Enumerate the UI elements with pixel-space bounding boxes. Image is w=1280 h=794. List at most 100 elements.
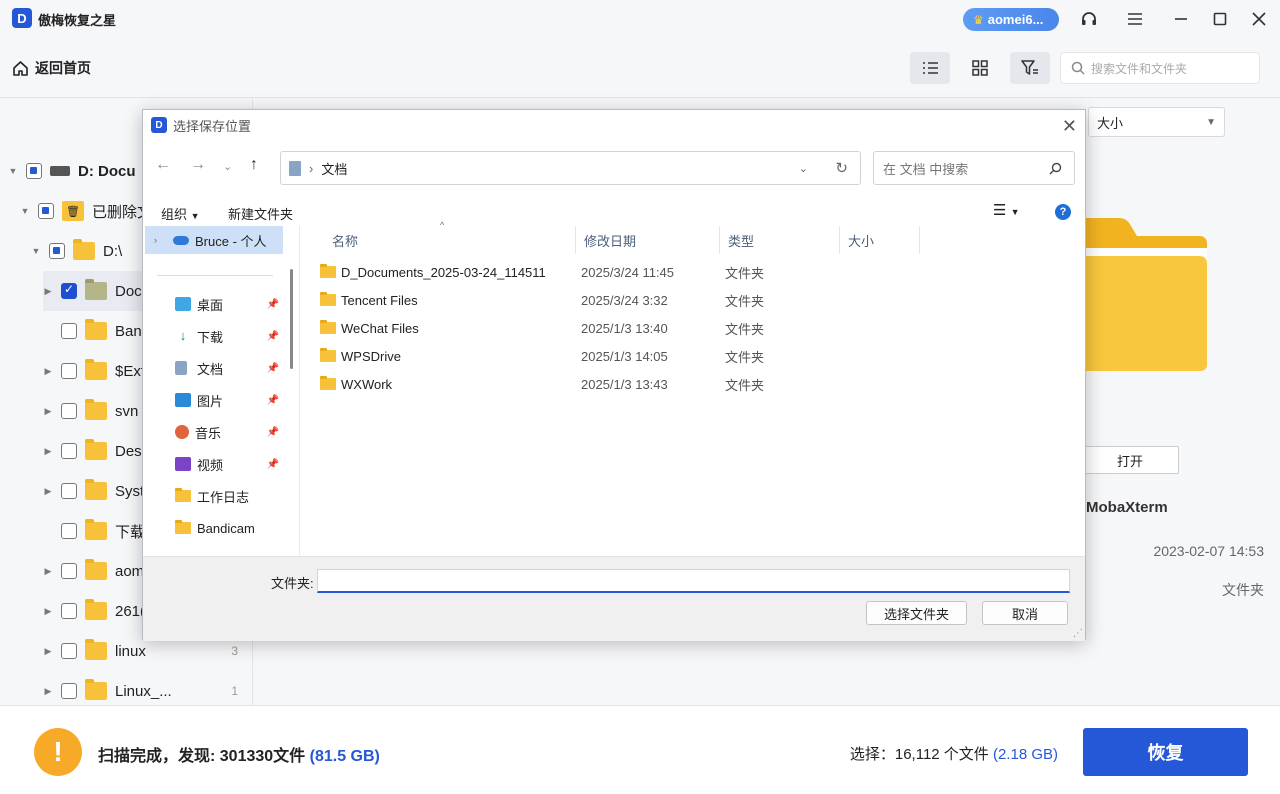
- item-checkbox[interactable]: [61, 563, 77, 579]
- nav-item-desktop[interactable]: 桌面 📌: [145, 290, 283, 318]
- file-row[interactable]: WeChat Files 2025/1/3 13:40 文件夹: [300, 314, 1087, 342]
- collapse-arrow-icon[interactable]: ▼: [20, 206, 30, 216]
- item-checkbox[interactable]: [61, 603, 77, 619]
- folder-icon: [85, 559, 107, 580]
- root-checkbox[interactable]: [26, 163, 42, 179]
- warning-icon: !: [34, 728, 82, 776]
- tree-drive-row[interactable]: ▼ D:\: [31, 231, 122, 271]
- tree-item[interactable]: ▶ 261(: [43, 591, 145, 631]
- search-input[interactable]: 搜索文件和文件夹: [1060, 52, 1260, 84]
- pin-icon[interactable]: 📌: [267, 299, 279, 310]
- expand-arrow-icon[interactable]: ▶: [43, 286, 53, 297]
- menu-icon[interactable]: [1124, 8, 1146, 30]
- open-button[interactable]: 打开: [1081, 446, 1179, 474]
- nav-scrollbar[interactable]: [290, 269, 293, 369]
- expand-arrow-icon[interactable]: ▶: [43, 366, 53, 377]
- item-checkbox[interactable]: [61, 363, 77, 379]
- back-home-button[interactable]: 返回首页: [12, 58, 91, 78]
- expand-arrow-icon[interactable]: ▶: [43, 686, 53, 697]
- column-header-size[interactable]: 大小: [840, 226, 920, 254]
- select-folder-button[interactable]: 选择文件夹: [866, 601, 967, 625]
- recent-chevron-icon[interactable]: ⌄: [223, 160, 232, 173]
- file-row-name: D_Documents_2025-03-24_114511: [341, 264, 546, 280]
- back-arrow-icon[interactable]: ←: [155, 156, 171, 174]
- tree-root-row[interactable]: ▼ D: Docu: [8, 151, 136, 191]
- item-checkbox[interactable]: [61, 403, 77, 419]
- nav-item-label: 工作日志: [197, 489, 250, 505]
- folder-name-input[interactable]: [317, 569, 1070, 593]
- nav-item-videos[interactable]: 视频 📌: [145, 450, 283, 478]
- tree-item[interactable]: ▶ svn: [43, 391, 138, 431]
- deleted-checkbox[interactable]: [38, 203, 54, 219]
- item-checkbox[interactable]: [61, 443, 77, 459]
- tree-item[interactable]: ▶ Syst: [43, 471, 144, 511]
- expand-arrow-icon[interactable]: ›: [145, 235, 165, 245]
- expand-arrow-icon[interactable]: ▶: [43, 606, 53, 617]
- tree-item[interactable]: ▶ Desk: [43, 431, 149, 471]
- pin-icon[interactable]: 📌: [267, 363, 279, 374]
- close-icon[interactable]: [1248, 8, 1270, 30]
- pin-icon[interactable]: 📌: [267, 395, 279, 406]
- expand-arrow-icon[interactable]: ▶: [43, 566, 53, 577]
- pin-icon[interactable]: 📌: [267, 331, 279, 342]
- tree-deleted-row[interactable]: ▼ 🗑 已删除文: [20, 191, 152, 231]
- file-row[interactable]: D_Documents_2025-03-24_114511 2025/3/24 …: [300, 258, 1087, 286]
- tree-item[interactable]: 下载: [43, 511, 145, 551]
- column-header-date[interactable]: 修改日期: [576, 226, 720, 254]
- collapse-arrow-icon[interactable]: ▼: [31, 246, 41, 256]
- view-options-icon[interactable]: ☰ ▼: [993, 201, 1020, 219]
- item-checkbox[interactable]: [61, 523, 77, 539]
- nav-item-music[interactable]: 音乐 📌: [145, 418, 283, 446]
- dialog-close-icon[interactable]: ✕: [1062, 116, 1077, 137]
- maximize-icon[interactable]: [1209, 8, 1231, 30]
- nav-item-downloads[interactable]: ↓ 下载 📌: [145, 322, 283, 350]
- organize-button[interactable]: 组织 ▼: [161, 204, 200, 223]
- cancel-button[interactable]: 取消: [982, 601, 1068, 625]
- headset-icon[interactable]: [1078, 8, 1100, 30]
- nav-item-label: 图片: [197, 393, 224, 409]
- dialog-search-input[interactable]: 在 文档 中搜索: [873, 151, 1075, 185]
- user-account-badge[interactable]: ♛ aomei6...: [963, 8, 1059, 31]
- expand-arrow-icon[interactable]: ▶: [43, 446, 53, 457]
- item-checkbox[interactable]: [61, 683, 77, 699]
- item-checkbox[interactable]: [61, 282, 77, 299]
- pin-icon[interactable]: 📌: [267, 459, 279, 470]
- item-checkbox[interactable]: [61, 483, 77, 499]
- nav-item-onedrive[interactable]: › Bruce - 个人: [145, 226, 283, 254]
- expand-arrow-icon[interactable]: ▶: [43, 406, 53, 417]
- file-row[interactable]: WPSDrive 2025/1/3 14:05 文件夹: [300, 342, 1087, 370]
- new-folder-button[interactable]: 新建文件夹: [228, 204, 293, 223]
- filter-button[interactable]: [1010, 52, 1050, 84]
- pin-icon[interactable]: 📌: [267, 427, 279, 438]
- recover-button[interactable]: 恢复: [1083, 728, 1248, 776]
- refresh-icon[interactable]: ↻: [835, 159, 848, 177]
- grid-view-button[interactable]: [960, 52, 1000, 84]
- drive-checkbox[interactable]: [49, 243, 65, 259]
- up-arrow-icon[interactable]: ↑: [250, 156, 258, 174]
- file-row[interactable]: Tencent Files 2025/3/24 3:32 文件夹: [300, 286, 1087, 314]
- resize-grip-icon[interactable]: ⋰: [1073, 628, 1083, 639]
- minimize-icon[interactable]: [1170, 8, 1192, 30]
- nav-item-pictures[interactable]: 图片 📌: [145, 386, 283, 414]
- column-header-name[interactable]: 名称 ^: [324, 220, 576, 254]
- file-row[interactable]: WXWork 2025/1/3 13:43 文件夹: [300, 370, 1087, 398]
- nav-item-documents[interactable]: 文档 📌: [145, 354, 283, 382]
- address-bar[interactable]: › 文档 ⌄ ↻: [280, 151, 861, 185]
- sort-select[interactable]: 大小 ▼: [1088, 107, 1225, 137]
- expand-arrow-icon[interactable]: ▶: [43, 486, 53, 497]
- nav-item-bandicam[interactable]: Bandicam: [145, 514, 283, 542]
- tree-item[interactable]: Band: [43, 311, 150, 351]
- item-checkbox[interactable]: [61, 323, 77, 339]
- collapse-arrow-icon[interactable]: ▼: [8, 166, 18, 176]
- item-checkbox[interactable]: [61, 643, 77, 659]
- nav-item-worklog[interactable]: 工作日志: [145, 482, 283, 510]
- expand-arrow-icon[interactable]: ▶: [43, 646, 53, 657]
- tree-item[interactable]: ▶ aom: [43, 551, 144, 591]
- list-view-button[interactable]: [910, 52, 950, 84]
- column-header-type[interactable]: 类型: [720, 226, 840, 254]
- help-icon[interactable]: ?: [1055, 204, 1071, 220]
- nav-item-label: 文档: [197, 361, 224, 377]
- forward-arrow-icon[interactable]: →: [190, 156, 206, 174]
- address-chevron-icon[interactable]: ⌄: [799, 162, 808, 175]
- tree-item[interactable]: ▶ $Ext: [43, 351, 145, 391]
